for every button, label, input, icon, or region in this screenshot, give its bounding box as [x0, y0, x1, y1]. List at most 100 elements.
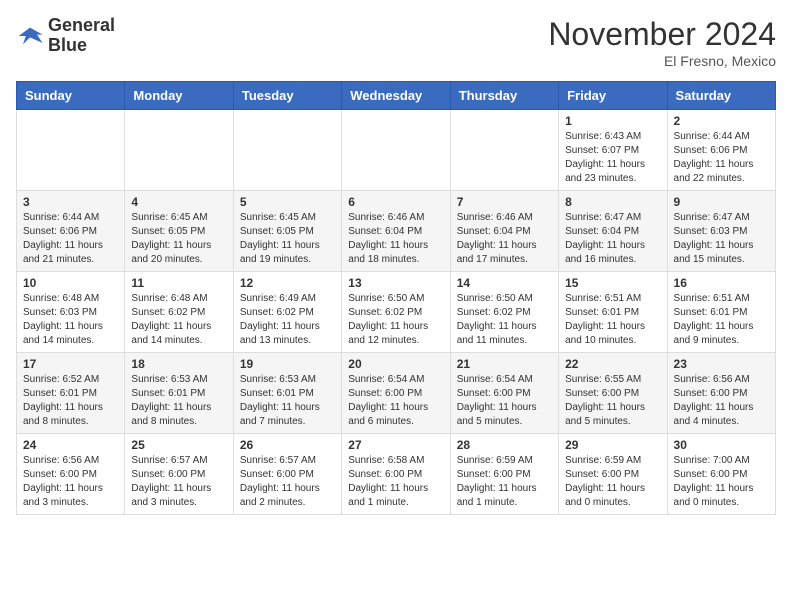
day-number: 22 — [565, 357, 660, 371]
day-info: Sunrise: 6:54 AM Sunset: 6:00 PM Dayligh… — [348, 373, 443, 429]
calendar-week-row: 3 Sunrise: 6:44 AM Sunset: 6:06 PM Daylig… — [17, 191, 776, 272]
weekday-header: Sunday — [17, 82, 125, 110]
day-info: Sunrise: 6:57 AM Sunset: 6:00 PM Dayligh… — [131, 454, 226, 510]
day-number: 30 — [674, 438, 769, 452]
day-number: 29 — [565, 438, 660, 452]
calendar-cell: 14 Sunrise: 6:50 AM Sunset: 6:02 PM Dayli… — [450, 272, 558, 353]
day-info: Sunrise: 6:43 AM Sunset: 6:07 PM Dayligh… — [565, 130, 660, 186]
calendar-cell: 18Sunrise: 6:53 AM Sunset: 6:01 PM Dayli… — [125, 353, 233, 434]
day-info: Sunrise: 6:51 AM Sunset: 6:01 PM Dayligh… — [674, 292, 769, 348]
day-number: 6 — [348, 195, 443, 209]
day-info: Sunrise: 6:46 AM Sunset: 6:04 PM Dayligh… — [457, 211, 552, 267]
calendar-week-row: 10 Sunrise: 6:48 AM Sunset: 6:03 PM Dayli… — [17, 272, 776, 353]
day-info: Sunrise: 6:45 AM Sunset: 6:05 PM Dayligh… — [131, 211, 226, 267]
calendar-cell: 27 Sunrise: 6:58 AM Sunset: 6:00 PM Dayli… — [342, 434, 450, 515]
day-info: Sunrise: 6:44 AM Sunset: 6:06 PM Dayligh… — [23, 211, 118, 267]
day-info: Sunrise: 6:54 AM Sunset: 6:00 PM Dayligh… — [457, 373, 552, 429]
day-info: Sunrise: 6:50 AM Sunset: 6:02 PM Dayligh… — [348, 292, 443, 348]
day-info: Sunrise: 6:53 AM Sunset: 6:01 PM Dayligh… — [240, 373, 335, 429]
calendar: SundayMondayTuesdayWednesdayThursdayFrid… — [16, 81, 776, 515]
day-number: 17 — [23, 357, 118, 371]
calendar-cell: 22 Sunrise: 6:55 AM Sunset: 6:00 PM Dayli… — [559, 353, 667, 434]
calendar-cell: 26Sunrise: 6:57 AM Sunset: 6:00 PM Dayli… — [233, 434, 341, 515]
title-block: November 2024 El Fresno, Mexico — [548, 16, 776, 69]
day-number: 23 — [674, 357, 769, 371]
calendar-cell: 8 Sunrise: 6:47 AM Sunset: 6:04 PM Daylig… — [559, 191, 667, 272]
calendar-cell: 2 Sunrise: 6:44 AM Sunset: 6:06 PM Daylig… — [667, 110, 775, 191]
calendar-cell: 13 Sunrise: 6:50 AM Sunset: 6:02 PM Dayli… — [342, 272, 450, 353]
day-info: Sunrise: 6:55 AM Sunset: 6:00 PM Dayligh… — [565, 373, 660, 429]
day-number: 25 — [131, 438, 226, 452]
day-info: Sunrise: 6:50 AM Sunset: 6:02 PM Dayligh… — [457, 292, 552, 348]
calendar-cell: 25 Sunrise: 6:57 AM Sunset: 6:00 PM Dayli… — [125, 434, 233, 515]
day-info: Sunrise: 6:49 AM Sunset: 6:02 PM Dayligh… — [240, 292, 335, 348]
weekday-header: Tuesday — [233, 82, 341, 110]
day-info: Sunrise: 6:58 AM Sunset: 6:00 PM Dayligh… — [348, 454, 443, 510]
day-number: 13 — [348, 276, 443, 290]
day-number: 14 — [457, 276, 552, 290]
day-info: Sunrise: 6:56 AM Sunset: 6:00 PM Dayligh… — [674, 373, 769, 429]
calendar-cell — [125, 110, 233, 191]
day-number: 7 — [457, 195, 552, 209]
day-info: Sunrise: 6:59 AM Sunset: 6:00 PM Dayligh… — [457, 454, 552, 510]
day-info: Sunrise: 6:47 AM Sunset: 6:03 PM Dayligh… — [674, 211, 769, 267]
day-info: Sunrise: 6:46 AM Sunset: 6:04 PM Dayligh… — [348, 211, 443, 267]
page-header: General Blue November 2024 El Fresno, Me… — [16, 16, 776, 69]
day-info: Sunrise: 6:51 AM Sunset: 6:01 PM Dayligh… — [565, 292, 660, 348]
calendar-cell: 21 Sunrise: 6:54 AM Sunset: 6:00 PM Dayli… — [450, 353, 558, 434]
day-info: Sunrise: 6:59 AM Sunset: 6:00 PM Dayligh… — [565, 454, 660, 510]
logo-text: General Blue — [48, 16, 115, 56]
day-number: 10 — [23, 276, 118, 290]
calendar-cell: 19 Sunrise: 6:53 AM Sunset: 6:01 PM Dayli… — [233, 353, 341, 434]
calendar-cell: 4 Sunrise: 6:45 AM Sunset: 6:05 PM Daylig… — [125, 191, 233, 272]
weekday-header: Thursday — [450, 82, 558, 110]
calendar-cell: 10 Sunrise: 6:48 AM Sunset: 6:03 PM Dayli… — [17, 272, 125, 353]
calendar-cell: 7 Sunrise: 6:46 AM Sunset: 6:04 PM Daylig… — [450, 191, 558, 272]
calendar-cell: 3 Sunrise: 6:44 AM Sunset: 6:06 PM Daylig… — [17, 191, 125, 272]
calendar-cell — [450, 110, 558, 191]
calendar-cell: 28 Sunrise: 6:59 AM Sunset: 6:00 PM Dayli… — [450, 434, 558, 515]
calendar-cell: 11Sunrise: 6:48 AM Sunset: 6:02 PM Dayli… — [125, 272, 233, 353]
day-number: 15 — [565, 276, 660, 290]
day-number: 27 — [348, 438, 443, 452]
day-number: 16 — [674, 276, 769, 290]
day-number: 5 — [240, 195, 335, 209]
day-info: Sunrise: 6:45 AM Sunset: 6:05 PM Dayligh… — [240, 211, 335, 267]
calendar-cell: 30 Sunrise: 7:00 AM Sunset: 6:00 PM Dayli… — [667, 434, 775, 515]
day-info: Sunrise: 6:48 AM Sunset: 6:02 PM Dayligh… — [131, 292, 226, 348]
calendar-cell: 9 Sunrise: 6:47 AM Sunset: 6:03 PM Daylig… — [667, 191, 775, 272]
location: El Fresno, Mexico — [548, 53, 776, 69]
calendar-cell: 23 Sunrise: 6:56 AM Sunset: 6:00 PM Dayli… — [667, 353, 775, 434]
logo: General Blue — [16, 16, 115, 56]
day-number: 1 — [565, 114, 660, 128]
day-number: 28 — [457, 438, 552, 452]
month-title: November 2024 — [548, 16, 776, 53]
day-number: 21 — [457, 357, 552, 371]
day-info: Sunrise: 7:00 AM Sunset: 6:00 PM Dayligh… — [674, 454, 769, 510]
day-info: Sunrise: 6:52 AM Sunset: 6:01 PM Dayligh… — [23, 373, 118, 429]
calendar-cell: 15 Sunrise: 6:51 AM Sunset: 6:01 PM Dayli… — [559, 272, 667, 353]
calendar-cell — [17, 110, 125, 191]
calendar-cell: 1 Sunrise: 6:43 AM Sunset: 6:07 PM Daylig… — [559, 110, 667, 191]
day-number: 18 — [131, 357, 226, 371]
day-number: 4 — [131, 195, 226, 209]
day-number: 26 — [240, 438, 335, 452]
calendar-cell: 20Sunrise: 6:54 AM Sunset: 6:00 PM Dayli… — [342, 353, 450, 434]
calendar-cell: 5 Sunrise: 6:45 AM Sunset: 6:05 PM Daylig… — [233, 191, 341, 272]
day-info: Sunrise: 6:48 AM Sunset: 6:03 PM Dayligh… — [23, 292, 118, 348]
day-number: 2 — [674, 114, 769, 128]
weekday-header: Friday — [559, 82, 667, 110]
day-info: Sunrise: 6:44 AM Sunset: 6:06 PM Dayligh… — [674, 130, 769, 186]
day-number: 8 — [565, 195, 660, 209]
weekday-header: Monday — [125, 82, 233, 110]
calendar-cell — [342, 110, 450, 191]
calendar-cell: 29 Sunrise: 6:59 AM Sunset: 6:00 PM Dayli… — [559, 434, 667, 515]
calendar-week-row: 17 Sunrise: 6:52 AM Sunset: 6:01 PM Dayli… — [17, 353, 776, 434]
day-number: 19 — [240, 357, 335, 371]
calendar-cell: 6 Sunrise: 6:46 AM Sunset: 6:04 PM Daylig… — [342, 191, 450, 272]
day-info: Sunrise: 6:47 AM Sunset: 6:04 PM Dayligh… — [565, 211, 660, 267]
day-number: 3 — [23, 195, 118, 209]
calendar-week-row: 24Sunrise: 6:56 AM Sunset: 6:00 PM Dayli… — [17, 434, 776, 515]
calendar-header-row: SundayMondayTuesdayWednesdayThursdayFrid… — [17, 82, 776, 110]
day-number: 9 — [674, 195, 769, 209]
